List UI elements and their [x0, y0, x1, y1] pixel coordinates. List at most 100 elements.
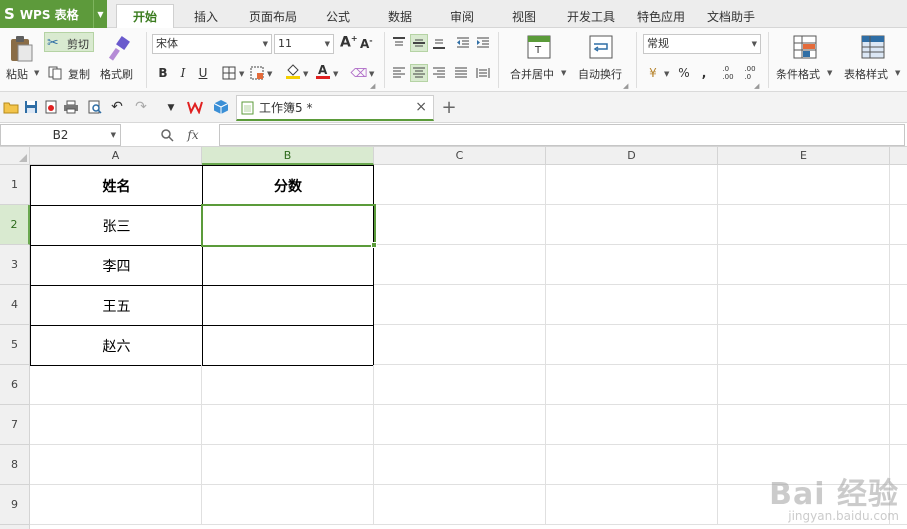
open-folder-icon[interactable] — [2, 98, 20, 116]
cell-a4[interactable]: 王五 — [30, 285, 203, 326]
cell-a9[interactable] — [30, 485, 202, 525]
format-painter-button[interactable]: 格式刷 — [100, 66, 133, 82]
column-header-b[interactable]: B — [202, 147, 374, 165]
wrap-text-icon[interactable] — [588, 34, 614, 60]
align-center-icon[interactable] — [410, 64, 428, 82]
table-style-dropdown-icon[interactable]: ▼ — [895, 69, 900, 77]
increase-decimal-button[interactable]: .0 .00 — [718, 62, 738, 84]
fill-pattern-dropdown-icon[interactable]: ▼ — [267, 70, 272, 78]
cut-button[interactable]: ✂ 剪切 — [44, 32, 94, 52]
cell-d2[interactable] — [546, 205, 718, 245]
cell-d6[interactable] — [546, 365, 718, 405]
distributed-align-icon[interactable] — [474, 64, 492, 82]
select-all-corner[interactable] — [0, 147, 30, 165]
tab-page-layout[interactable]: 页面布局 — [244, 4, 302, 28]
cell-f1[interactable] — [890, 165, 907, 205]
cell-a2[interactable]: 张三 — [30, 205, 203, 246]
row-header-4[interactable]: 4 — [0, 285, 30, 325]
cell-b5[interactable] — [202, 325, 374, 366]
copy-button[interactable]: 复制 — [48, 64, 96, 84]
chevron-down-icon[interactable]: ▼ — [111, 125, 116, 145]
cell-b2[interactable] — [202, 205, 374, 246]
cell-d1[interactable] — [546, 165, 718, 205]
fill-color-dropdown-icon[interactable]: ▼ — [303, 70, 308, 78]
cell-a6[interactable] — [30, 365, 202, 405]
number-format-select[interactable]: 常规 ▼ — [643, 34, 761, 54]
close-tab-icon[interactable]: × — [415, 99, 427, 115]
currency-icon[interactable]: ¥ — [644, 64, 662, 82]
undo-icon[interactable]: ↶ — [108, 98, 126, 116]
save-icon[interactable] — [22, 98, 40, 116]
tab-special[interactable]: 特色应用 — [632, 4, 690, 28]
underline-button[interactable]: U — [194, 64, 212, 82]
cell-d4[interactable] — [546, 285, 718, 325]
align-right-icon[interactable] — [430, 64, 448, 82]
cell-b1[interactable]: 分数 — [202, 165, 374, 206]
border-icon[interactable] — [220, 64, 238, 82]
redo-icon[interactable]: ↷ — [132, 98, 150, 116]
increase-font-icon[interactable]: A+ — [340, 34, 358, 51]
cell-c1[interactable] — [374, 165, 546, 205]
cell-e1[interactable] — [718, 165, 890, 205]
align-top-icon[interactable] — [390, 34, 408, 52]
alignment-dialog-launcher-icon[interactable]: ◢ — [623, 82, 628, 90]
cell-e3[interactable] — [718, 245, 890, 285]
row-header-7[interactable]: 7 — [0, 405, 30, 445]
paste-dropdown-icon[interactable]: ▼ — [34, 69, 39, 77]
row-header-9[interactable]: 9 — [0, 485, 30, 525]
row-header-2[interactable]: 2 — [0, 205, 30, 245]
clear-format-icon[interactable]: ⌫ — [350, 64, 368, 82]
currency-dropdown-icon[interactable]: ▼ — [664, 70, 669, 78]
cell-c8[interactable] — [374, 445, 546, 485]
new-tab-icon[interactable]: + — [440, 97, 458, 118]
wps-cloud-icon[interactable] — [186, 98, 204, 116]
thousands-separator-button[interactable]: , — [695, 64, 713, 82]
cell-a5[interactable]: 赵六 — [30, 325, 203, 366]
cell-b3[interactable] — [202, 245, 374, 286]
export-pdf-icon[interactable] — [42, 98, 60, 116]
row-header-5[interactable]: 5 — [0, 325, 30, 365]
tab-home[interactable]: 开始 — [116, 4, 174, 28]
cell-b9[interactable] — [202, 485, 374, 525]
paste-button[interactable]: 粘贴 — [6, 66, 28, 82]
app-center-icon[interactable] — [212, 98, 230, 116]
cell-b7[interactable] — [202, 405, 374, 445]
column-header-c[interactable]: C — [374, 147, 546, 165]
font-size-select[interactable]: 11 ▼ — [274, 34, 334, 54]
cell-f5[interactable] — [890, 325, 907, 365]
merge-center-button[interactable]: 合并居中 — [510, 66, 554, 82]
fill-pattern-icon[interactable] — [248, 64, 266, 82]
table-style-button[interactable]: 表格样式 — [844, 66, 888, 82]
justify-icon[interactable] — [452, 64, 470, 82]
wrap-text-button[interactable]: 自动换行 — [578, 66, 622, 82]
merge-center-dropdown-icon[interactable]: ▼ — [561, 69, 566, 77]
zoom-search-icon[interactable] — [158, 126, 176, 144]
cell-f7[interactable] — [890, 405, 907, 445]
cell-a7[interactable] — [30, 405, 202, 445]
cell-d7[interactable] — [546, 405, 718, 445]
tab-developer[interactable]: 开发工具 — [562, 4, 620, 28]
app-menu-button[interactable]: S WPS 表格 ▼ — [0, 0, 107, 28]
tab-view[interactable]: 视图 — [504, 4, 544, 28]
decrease-font-icon[interactable]: A- — [360, 36, 373, 51]
print-icon[interactable] — [62, 98, 80, 116]
column-header-a[interactable]: A — [30, 147, 202, 165]
cell-c6[interactable] — [374, 365, 546, 405]
cell-c2[interactable] — [374, 205, 546, 245]
decrease-decimal-button[interactable]: .00 .0 — [740, 62, 760, 84]
cell-e2[interactable] — [718, 205, 890, 245]
cell-a3[interactable]: 李四 — [30, 245, 203, 286]
clear-format-dropdown-icon[interactable]: ▼ — [369, 70, 374, 78]
cell-a1[interactable]: 姓名 — [30, 165, 203, 206]
customize-toolbar-icon[interactable]: ▼ — [162, 99, 180, 117]
tab-formulas[interactable]: 公式 — [318, 4, 358, 28]
chevron-down-icon[interactable]: ▼ — [93, 0, 107, 28]
row-header-1[interactable]: 1 — [0, 165, 30, 205]
formula-input[interactable] — [219, 124, 905, 146]
conditional-format-icon[interactable] — [792, 34, 818, 60]
column-header-d[interactable]: D — [546, 147, 718, 165]
italic-button[interactable]: I — [174, 64, 192, 82]
cell-c7[interactable] — [374, 405, 546, 445]
row-header-6[interactable]: 6 — [0, 365, 30, 405]
column-header-f[interactable] — [890, 147, 907, 165]
